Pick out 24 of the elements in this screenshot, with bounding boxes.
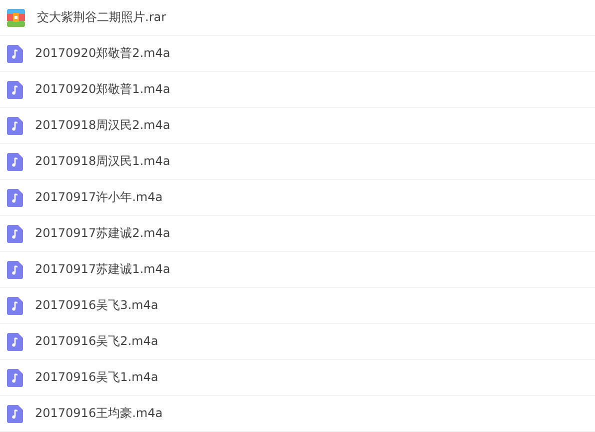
music-file-icon bbox=[7, 152, 23, 170]
file-name[interactable]: 20170917苏建诚1.m4a bbox=[35, 261, 170, 278]
file-name[interactable]: 20170917苏建诚2.m4a bbox=[35, 225, 170, 242]
music-file-icon bbox=[7, 260, 23, 278]
music-file-icon bbox=[7, 80, 23, 98]
music-file-icon bbox=[7, 44, 23, 62]
archive-icon bbox=[7, 8, 25, 26]
music-file-icon bbox=[7, 332, 23, 350]
file-name[interactable]: 20170916吴飞3.m4a bbox=[35, 297, 158, 314]
music-file-icon bbox=[7, 296, 23, 314]
music-file-icon bbox=[7, 404, 23, 422]
music-file-icon bbox=[7, 368, 23, 386]
file-name[interactable]: 20170916吴飞1.m4a bbox=[35, 369, 158, 386]
file-name[interactable]: 20170918周汉民1.m4a bbox=[35, 153, 170, 170]
file-name[interactable]: 交大紫荆谷二期照片.rar bbox=[37, 9, 166, 26]
file-name[interactable]: 20170920郑敬普2.m4a bbox=[35, 45, 170, 62]
music-file-icon bbox=[7, 116, 23, 134]
file-name[interactable]: 20170918周汉民2.m4a bbox=[35, 117, 170, 134]
file-name[interactable]: 20170917许小年.m4a bbox=[35, 189, 163, 206]
file-name[interactable]: 20170916吴飞2.m4a bbox=[35, 333, 158, 350]
music-file-icon bbox=[7, 188, 23, 206]
file-name[interactable]: 20170920郑敬普1.m4a bbox=[35, 81, 170, 98]
file-name[interactable]: 20170916王均豪.m4a bbox=[35, 405, 163, 422]
music-file-icon bbox=[7, 224, 23, 242]
